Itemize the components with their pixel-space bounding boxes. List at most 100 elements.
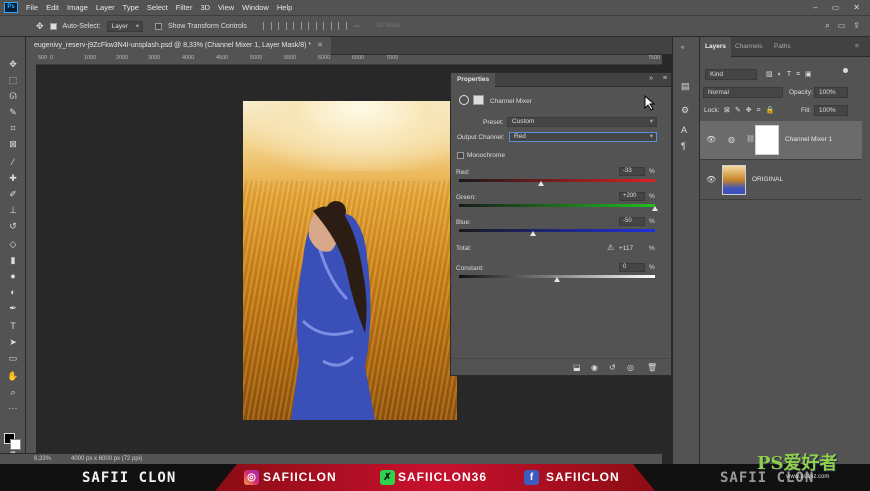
type-tool-icon[interactable]: T (4, 319, 22, 333)
menu-select[interactable]: Select (143, 3, 172, 12)
workspace-icon[interactable]: ▭ (838, 21, 846, 31)
shape-tool-icon[interactable]: ▭ (4, 351, 22, 365)
align-center-icon[interactable] (277, 22, 287, 30)
align-middle-icon[interactable] (322, 22, 332, 30)
maximize-icon[interactable]: ▭ (832, 3, 840, 12)
green-slider-thumb[interactable] (652, 206, 658, 211)
zoom-tool-icon[interactable]: ⌕ (4, 385, 22, 399)
blue-value-field[interactable]: -50 (619, 217, 645, 226)
constant-slider-thumb[interactable] (554, 277, 560, 282)
properties-panel-icon[interactable]: ▤ (681, 81, 690, 92)
preset-dropdown[interactable]: Custom (507, 117, 657, 127)
layer-name[interactable]: ORIGINAL (752, 176, 783, 183)
panel-menu-icon[interactable]: ≡ (663, 75, 667, 82)
libraries-icon[interactable]: ⚙ (681, 105, 689, 116)
eraser-tool-icon[interactable]: ◇ (4, 237, 22, 251)
menu-3d[interactable]: 3D (196, 3, 214, 12)
brush-tool-icon[interactable]: ✐ (4, 187, 22, 201)
blue-slider-thumb[interactable] (529, 231, 536, 236)
document-image[interactable] (243, 101, 457, 420)
lock-icons[interactable]: ⊠✎✥⌗🔒 (724, 106, 779, 115)
filter-kind-dropdown[interactable]: Kind (705, 69, 757, 80)
menu-layer[interactable]: Layer (92, 3, 119, 12)
menu-type[interactable]: Type (119, 3, 143, 12)
opacity-field[interactable]: 100% (814, 87, 848, 98)
layer-filter-icons[interactable]: ▨◐T⌗▣ (766, 70, 817, 79)
crop-tool-icon[interactable]: ⌗ (4, 121, 22, 135)
visibility-eye-icon[interactable]: 👁 (706, 175, 716, 184)
share-icon[interactable]: ⇪ (853, 21, 860, 31)
tab-paths[interactable]: Paths (769, 37, 796, 57)
layer-row-original[interactable]: 👁 ORIGINAL (700, 161, 862, 200)
visibility-eye-icon[interactable]: 👁 (706, 135, 716, 144)
blur-tool-icon[interactable]: ● (4, 269, 22, 283)
blend-mode-dropdown[interactable]: Normal (703, 87, 783, 98)
properties-title[interactable]: Properties (451, 73, 496, 87)
menu-filter[interactable]: Filter (172, 3, 197, 12)
collapse-panel-icon[interactable]: » (649, 75, 653, 82)
search-icon[interactable]: ⌕ (825, 21, 829, 31)
close-tab-icon[interactable]: ✕ (317, 42, 323, 49)
align-top-icon[interactable] (307, 22, 317, 30)
photoshop-logo-icon[interactable]: Ps (4, 2, 18, 13)
more-tools-icon[interactable]: ··· (4, 401, 22, 415)
delete-icon[interactable]: 🗑 (647, 363, 657, 372)
align-right-icon[interactable] (292, 22, 302, 30)
red-value-field[interactable]: -33 (619, 167, 645, 176)
close-icon[interactable]: ✕ (853, 3, 860, 12)
document-tab[interactable]: eugenivy_reserv-j9ZcFkw3N4I-unsplash.psd… (26, 37, 331, 55)
move-tool-icon[interactable]: ✥ (36, 21, 44, 32)
zoom-level[interactable]: 8,33% (34, 456, 51, 462)
eyedropper-tool-icon[interactable]: ⁄ (4, 155, 22, 169)
red-slider-thumb[interactable] (537, 181, 544, 186)
tab-channels[interactable]: Channels (730, 37, 767, 57)
reset-icon[interactable]: ↺ (609, 363, 616, 372)
marquee-tool-icon[interactable]: ⬚ (4, 73, 22, 87)
mask-icon[interactable] (473, 95, 484, 105)
link-icon[interactable]: ⛓ (746, 135, 755, 143)
expand-panels-icon[interactable]: « (681, 45, 684, 51)
dodge-tool-icon[interactable]: ◐ (4, 285, 22, 299)
history-brush-tool-icon[interactable]: ↺ (4, 219, 22, 233)
filter-toggle-icon[interactable] (843, 68, 848, 73)
path-select-tool-icon[interactable]: ➤ (4, 335, 22, 349)
red-slider[interactable] (459, 179, 655, 182)
quick-select-tool-icon[interactable]: ✎ (4, 105, 22, 119)
view-previous-icon[interactable]: ◉ (591, 363, 598, 372)
gradient-tool-icon[interactable]: ▮ (4, 253, 22, 267)
character-icon[interactable]: A (681, 125, 687, 135)
align-left-icon[interactable] (262, 22, 272, 30)
green-value-field[interactable]: +200 (619, 192, 645, 201)
frame-tool-icon[interactable]: ⊠ (4, 137, 22, 151)
minimize-icon[interactable]: – (813, 3, 817, 12)
menu-edit[interactable]: Edit (42, 3, 63, 12)
blue-slider[interactable] (459, 229, 655, 232)
layer-thumbnail[interactable] (722, 165, 746, 195)
constant-value-field[interactable]: 0 (619, 263, 645, 272)
stamp-tool-icon[interactable]: ⊥ (4, 203, 22, 217)
tab-layers[interactable]: Layers (700, 37, 731, 57)
pen-tool-icon[interactable]: ✒ (4, 301, 22, 315)
healing-tool-icon[interactable]: ✚ (4, 171, 22, 185)
layer-row-channel-mixer[interactable]: 👁 ◍ ⛓ Channel Mixer 1 (700, 121, 862, 160)
align-bottom-icon[interactable] (337, 22, 347, 30)
menu-view[interactable]: View (214, 3, 238, 12)
paragraph-icon[interactable]: ¶ (681, 141, 686, 151)
show-transform-checkbox[interactable] (154, 22, 162, 30)
layer-mask-thumbnail[interactable] (755, 125, 779, 155)
fill-field[interactable]: 100% (814, 105, 848, 116)
auto-select-dropdown[interactable]: Layer (106, 20, 143, 32)
hand-tool-icon[interactable]: ✋ (4, 369, 22, 383)
menu-image[interactable]: Image (63, 3, 92, 12)
lasso-tool-icon[interactable]: ᘏ (4, 89, 22, 103)
monochrome-checkbox[interactable] (457, 152, 464, 159)
panel-menu-icon[interactable]: ≡ (850, 37, 864, 57)
visibility-icon[interactable]: ◎ (627, 363, 634, 372)
clip-to-layer-icon[interactable]: ⬓ (573, 363, 581, 372)
output-channel-dropdown[interactable]: Red (509, 132, 657, 142)
layer-name[interactable]: Channel Mixer 1 (785, 136, 832, 143)
menu-help[interactable]: Help (273, 3, 296, 12)
document-size[interactable]: 4000 px x 6000 px (72 ppi) (71, 456, 142, 462)
green-slider[interactable] (459, 204, 655, 207)
more-options-icon[interactable]: ··· (353, 23, 360, 30)
